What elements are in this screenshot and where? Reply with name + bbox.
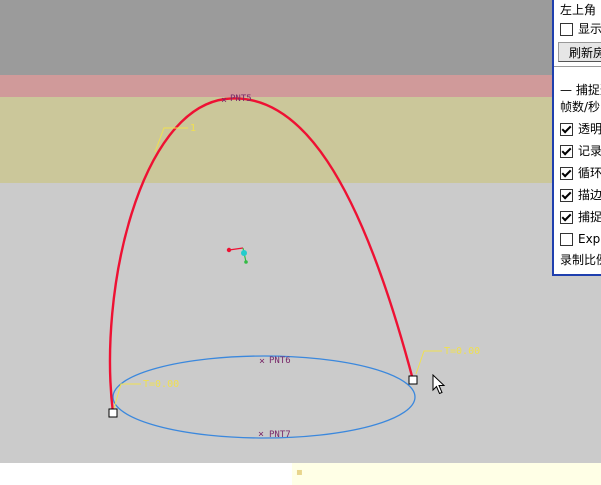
capture-label: 捕捉 [578, 210, 601, 224]
option-outline[interactable]: 描边 [560, 187, 601, 203]
option-export[interactable]: Exp [560, 231, 600, 247]
fps-label: 帧数/秒 [560, 100, 601, 114]
record-checkbox[interactable] [560, 145, 573, 158]
pnt6-label: PNT6 [269, 356, 291, 366]
coordinate-triad-icon [226, 247, 248, 264]
capture-checkbox[interactable] [560, 211, 573, 224]
export-label: Exp [578, 232, 601, 246]
show-checkbox[interactable] [560, 23, 573, 36]
show-option[interactable]: 显示 [560, 21, 601, 37]
svg-text:×: × [258, 429, 264, 440]
record-ratio-label: 录制比例 [560, 253, 601, 267]
option-capture[interactable]: 捕捉 [560, 209, 601, 225]
datum-point-pnt5[interactable]: × PNT5 [221, 94, 252, 106]
transparent-label: 透明 [578, 122, 601, 136]
capture-section-label: — 捕捉选 [560, 82, 601, 98]
left-t-annotation: T=0.00 [113, 379, 179, 409]
svg-text:×: × [221, 95, 227, 106]
corner-label: 左上角 [560, 3, 597, 17]
pnt7-label: PNT7 [269, 430, 291, 440]
right-t-annotation: T=0.00 [415, 346, 480, 375]
model-canvas[interactable]: × PNT5 × PNT6 × PNT7 1 T=0.00 T=0.00 [0, 0, 601, 485]
arc-endpoint-left-handle[interactable] [108, 408, 118, 418]
panel-separator [554, 66, 601, 67]
section-dash: — [560, 83, 576, 97]
arc-annotation-label: 1 [190, 123, 196, 134]
outline-checkbox[interactable] [560, 189, 573, 202]
loop-checkbox[interactable] [560, 167, 573, 180]
right-t-label: T=0.00 [444, 346, 480, 357]
export-checkbox[interactable] [560, 233, 573, 246]
viewport[interactable]: × PNT5 × PNT6 × PNT7 1 T=0.00 T=0.00 [0, 0, 601, 485]
status-indicator-icon: ▪ [296, 467, 303, 478]
option-transparent[interactable]: 透明 [560, 121, 601, 137]
record-label: 记录 [578, 144, 601, 158]
datum-point-pnt6[interactable]: × PNT6 [259, 356, 291, 367]
show-label: 显示 [578, 22, 601, 36]
refresh-button[interactable]: 刷新房 [558, 42, 601, 62]
pnt5-label: PNT5 [230, 94, 252, 104]
loop-label: 循环 [578, 166, 601, 180]
status-message-area [0, 463, 292, 485]
datum-point-pnt7[interactable]: × PNT7 [258, 429, 291, 440]
section-label-text: 捕捉选 [575, 83, 601, 97]
arc-endpoint-right-handle[interactable] [408, 375, 418, 385]
left-t-label: T=0.00 [143, 379, 179, 390]
mouse-cursor-icon [432, 374, 446, 395]
base-ellipse[interactable] [112, 355, 416, 439]
settings-panel: 左上角 显示 刷新房 — 捕捉选 帧数/秒 透明 记录 循环 描边 捕捉 Exp… [552, 0, 601, 276]
outline-label: 描边 [578, 188, 601, 202]
svg-text:×: × [259, 356, 265, 367]
option-loop[interactable]: 循环 [560, 165, 601, 181]
transparent-checkbox[interactable] [560, 123, 573, 136]
option-record[interactable]: 记录 [560, 143, 601, 159]
status-bar: ▪ [0, 463, 601, 485]
